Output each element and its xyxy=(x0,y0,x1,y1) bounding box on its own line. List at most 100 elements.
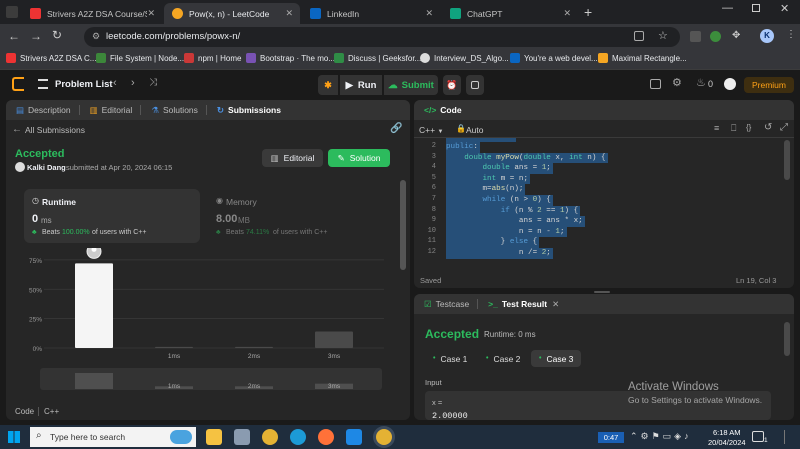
fullscreen-icon[interactable]: ⤢ xyxy=(780,122,788,133)
clock-time[interactable]: 6:18 AM xyxy=(713,428,741,437)
code-tab[interactable]: </> Code xyxy=(424,105,462,115)
close-window-icon[interactable]: ✕ xyxy=(780,2,789,15)
debug-button[interactable]: ✱ xyxy=(318,75,338,95)
tab-label: Test Result xyxy=(501,299,548,309)
extension-icon[interactable] xyxy=(710,31,721,42)
submit-button[interactable]: ☁ Submit xyxy=(384,75,438,95)
chrome-icon[interactable] xyxy=(262,429,278,445)
reload-icon[interactable]: ↻ xyxy=(52,28,62,42)
notification-icon[interactable] xyxy=(752,431,764,442)
tab-solutions[interactable]: ⚗ Solutions xyxy=(151,105,198,116)
resize-handle[interactable] xyxy=(594,291,610,293)
bookmark-icon[interactable]: ⎕ xyxy=(731,123,736,134)
edge-icon[interactable] xyxy=(290,429,306,445)
mode-label[interactable]: Auto xyxy=(466,125,484,135)
bookmark-node-fs[interactable]: File System | Node.... xyxy=(96,53,186,63)
tab-submissions[interactable]: ↻ Submissions xyxy=(217,105,281,116)
firefox-icon[interactable] xyxy=(318,429,334,445)
solution-button[interactable]: ✎ Solution xyxy=(328,149,390,167)
settings-gear-icon[interactable]: ⚙ xyxy=(672,76,682,89)
menu-kebab-icon[interactable]: ⋮ xyxy=(786,29,796,40)
camera-icon[interactable] xyxy=(234,429,250,445)
editorial-button[interactable]: ▥ Editorial xyxy=(262,149,323,167)
tab-linkedin[interactable]: LinkedIn ✕ xyxy=(302,3,440,24)
tab-title: Pow(x, n) - LeetCode xyxy=(189,8,270,19)
tab-close-icon[interactable]: ✕ xyxy=(425,8,433,19)
tray-icons[interactable]: ⌃⚙⚑▭◈♪ xyxy=(630,431,692,442)
leetcode-favicon-icon xyxy=(172,8,183,19)
tab-close-icon[interactable]: ✕ xyxy=(147,8,155,19)
reset-icon[interactable]: ↺ xyxy=(764,122,772,133)
battery-indicator[interactable]: 0:47 xyxy=(598,432,624,443)
bookmark-strivers[interactable]: Strivers A2Z DSA C... xyxy=(6,53,96,63)
extensions-puzzle-icon[interactable]: ✥ xyxy=(732,30,740,41)
restore-icon[interactable] xyxy=(752,4,760,12)
streak-fire-icon[interactable]: ♨ xyxy=(696,76,706,89)
notes-button[interactable] xyxy=(466,75,484,95)
new-tab-icon[interactable]: + xyxy=(584,4,592,20)
next-problem-icon[interactable]: › xyxy=(131,77,135,89)
language-select[interactable]: C++ ▼ xyxy=(419,125,443,135)
vscode-icon[interactable] xyxy=(346,429,362,445)
user-avatar[interactable] xyxy=(724,78,736,90)
premium-button[interactable]: Premium xyxy=(744,77,794,93)
tab-description[interactable]: ▤ Description xyxy=(16,105,71,116)
memory-label[interactable]: Memory xyxy=(226,197,257,207)
tab-search-icon[interactable] xyxy=(6,6,18,18)
layout-icon[interactable] xyxy=(650,79,661,89)
tab-leetcode[interactable]: Pow(x, n) - LeetCode ✕ xyxy=(164,3,300,24)
close-tab-icon[interactable]: ✕ xyxy=(552,299,559,310)
all-submissions-link[interactable]: All Submissions xyxy=(25,125,85,135)
chrome-active-icon[interactable] xyxy=(376,429,392,445)
bookmark-npm[interactable]: npm | Home xyxy=(184,53,241,63)
site-info-icon[interactable]: ⚙ xyxy=(92,31,100,42)
address-bar[interactable]: ⚙ leetcode.com/problems/powx-n/ ☆ xyxy=(84,27,680,47)
file-explorer-icon[interactable] xyxy=(206,429,222,445)
tab-editorial[interactable]: ▥ Editorial xyxy=(90,105,133,116)
line-number: 8 xyxy=(431,205,436,214)
run-button[interactable]: ▶ Run xyxy=(340,75,382,95)
memory-chip-icon: ◉ xyxy=(216,196,223,205)
case-2-tab[interactable]: • Case 2 xyxy=(478,350,528,367)
tab-chatgpt[interactable]: ChatGPT ✕ xyxy=(442,3,578,24)
prev-problem-icon[interactable]: ‹ xyxy=(113,77,117,89)
tab-strivers[interactable]: Strivers A2Z DSA Course/Shee ✕ xyxy=(22,3,162,24)
forward-icon[interactable]: → xyxy=(30,29,42,43)
back-icon[interactable]: ← xyxy=(8,29,20,43)
share-link-icon[interactable]: 🔗 xyxy=(390,123,402,134)
show-desktop-icon[interactable] xyxy=(784,430,790,444)
bookmark-maximal-rectangle[interactable]: Maximal Rectangle... xyxy=(598,53,687,63)
profile-avatar[interactable]: K xyxy=(760,29,774,43)
minimize-icon[interactable]: — xyxy=(722,2,733,14)
shuffle-icon[interactable]: ⤨ xyxy=(149,77,157,88)
translate-icon[interactable] xyxy=(634,31,644,41)
bookmark-star-icon[interactable]: ☆ xyxy=(658,29,668,42)
bookmark-label: Bootstrap · The mo... xyxy=(260,53,335,63)
timer-button[interactable]: ⏰ xyxy=(443,75,461,95)
case-1-tab[interactable]: • Case 1 xyxy=(425,350,475,367)
extension-icon[interactable] xyxy=(690,31,701,42)
clock-date[interactable]: 20/04/2024 xyxy=(708,438,746,447)
format-icon[interactable]: ≡ xyxy=(714,123,719,133)
editor-scrollbar[interactable] xyxy=(784,140,790,180)
back-arrow-icon[interactable]: ← xyxy=(12,124,22,135)
case-3-tab[interactable]: • Case 3 xyxy=(531,350,582,367)
submitter-name[interactable]: Kalki Dang xyxy=(27,163,66,172)
taskbar-search-box[interactable]: ⌕ Type here to search xyxy=(30,427,196,447)
tab-testcase[interactable]: ☑ Testcase xyxy=(424,299,469,310)
problem-list-link[interactable]: Problem List xyxy=(55,79,113,90)
bookmark-bootstrap[interactable]: Bootstrap · The mo... xyxy=(246,53,335,63)
bookmark-geeksforgeeks[interactable]: Discuss | Geeksfor... xyxy=(334,53,421,63)
tab-close-icon[interactable]: ✕ xyxy=(563,8,571,19)
leetcode-logo-icon[interactable] xyxy=(12,77,24,91)
result-scrollbar[interactable] xyxy=(784,322,790,356)
braces-icon[interactable]: {} xyxy=(746,123,751,132)
tab-test-result[interactable]: >_ Test Result ✕ xyxy=(488,299,559,310)
line-number: 5 xyxy=(431,173,436,182)
bookmark-github[interactable]: Interview_DS_Algo... xyxy=(420,53,509,63)
pass-dot-icon: • xyxy=(486,355,489,362)
windows-start-icon[interactable] xyxy=(8,431,20,443)
bookmark-linkedin[interactable]: You're a web devel... xyxy=(510,53,598,63)
tab-close-icon[interactable]: ✕ xyxy=(285,8,293,19)
left-scrollbar[interactable] xyxy=(400,180,406,270)
